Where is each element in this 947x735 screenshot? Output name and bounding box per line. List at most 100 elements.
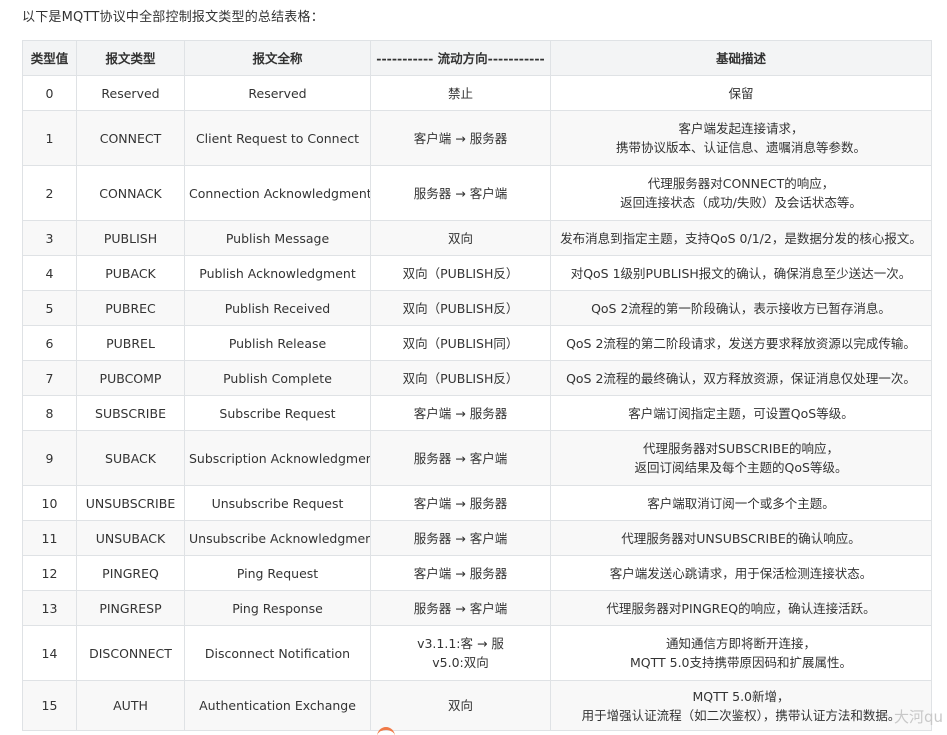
header-packet-type: 报文类型 — [76, 40, 185, 76]
cell-direction-line: v3.1.1:客 → 服 — [417, 636, 504, 651]
cell-full-name: Unsubscribe Request — [184, 485, 371, 521]
cell-full-name: Subscribe Request — [184, 395, 371, 431]
header-full-name: 报文全称 — [184, 40, 371, 76]
cell-description: 保留 — [550, 75, 932, 111]
cell-description-line: MQTT 5.0支持携带原因码和扩展属性。 — [629, 655, 853, 670]
cell-description: 代理服务器对UNSUBSCRIBE的确认响应。 — [550, 520, 932, 556]
cell-direction: 双向（PUBLISH同） — [370, 325, 551, 361]
cell-full-name: Publish Message — [184, 220, 371, 256]
cell-description: 客户端取消订阅一个或多个主题。 — [550, 485, 932, 521]
cell-direction: 双向（PUBLISH反） — [370, 360, 551, 396]
cell-direction-line: 服务器 → 客户端 — [413, 530, 508, 546]
cell-full-name: Publish Acknowledgment — [184, 255, 371, 291]
cell-packet-type: PINGRESP — [76, 590, 185, 626]
intro-text: 以下是MQTT协议中全部控制报文类型的总结表格： — [22, 10, 324, 25]
cell-full-name: Authentication Exchange — [184, 680, 371, 731]
cell-packet-type: AUTH — [76, 680, 185, 731]
cell-packet-type: SUBACK — [76, 430, 185, 486]
cell-type-value: 5 — [22, 290, 77, 326]
cell-description-line: 发布消息到指定主题，支持QoS 0/1/2，是数据分发的核心报文。 — [560, 230, 922, 246]
cell-description: 客户端发起连接请求， 携带协议版本、认证信息、遗嘱消息等参数。 — [550, 110, 932, 166]
table-row: 12 PINGREQ Ping Request 客户端 → 服务器 客户端发送心跳请求，… — [22, 555, 932, 591]
cell-description-line: 代理服务器对UNSUBSCRIBE的确认响应。 — [621, 530, 861, 546]
cell-description-line: 携带协议版本、认证信息、遗嘱消息等参数。 — [615, 140, 866, 155]
header-direction: ----------- 流动方向----------- — [370, 40, 551, 76]
table-row: 8 SUBSCRIBE Subscribe Request 客户端 → 服务器 客户端订… — [22, 395, 932, 431]
cell-description: 代理服务器对SUBSCRIBE的响应， 返回订阅结果及每个主题的QoS等级。 — [550, 430, 932, 486]
cell-direction-line: 服务器 → 客户端 — [413, 185, 508, 201]
cell-description: 代理服务器对CONNECT的响应， 返回连接状态（成功/失败）及会话状态等。 — [550, 165, 932, 221]
cell-description-line: 返回连接状态（成功/失败）及会话状态等。 — [620, 195, 862, 210]
cell-direction: 双向 — [370, 680, 551, 731]
cell-type-value: 8 — [22, 395, 77, 431]
cell-packet-type: SUBSCRIBE — [76, 395, 185, 431]
cell-direction: 客户端 → 服务器 — [370, 110, 551, 166]
cell-direction: 服务器 → 客户端 — [370, 165, 551, 221]
cell-packet-type: PUBREC — [76, 290, 185, 326]
cell-full-name: Ping Response — [184, 590, 371, 626]
cell-type-value: 14 — [22, 625, 77, 681]
cell-description-line: 代理服务器对PINGREQ的响应，确认连接活跃。 — [606, 600, 876, 616]
cell-direction: 客户端 → 服务器 — [370, 555, 551, 591]
cell-description-line: QoS 2流程的第一阶段确认，表示接收方已暂存消息。 — [591, 300, 891, 316]
cell-direction: 双向 — [370, 220, 551, 256]
cell-direction-line: 服务器 → 客户端 — [413, 600, 508, 616]
cell-direction: 客户端 → 服务器 — [370, 485, 551, 521]
cell-direction: 禁止 — [370, 75, 551, 111]
table-header-row: 类型值 报文类型 报文全称 ----------- 流动方向----------… — [22, 40, 932, 76]
table-row: 10 UNSUBSCRIBE Unsubscribe Request 客户端 → 服务… — [22, 485, 932, 521]
cell-type-value: 12 — [22, 555, 77, 591]
cell-direction-line: 客户端 → 服务器 — [413, 130, 508, 146]
cell-direction-line: 双向 — [447, 698, 473, 713]
cell-packet-type: UNSUBACK — [76, 520, 185, 556]
cell-full-name: Reserved — [184, 75, 371, 111]
cell-description-line: QoS 2流程的最终确认，双方释放资源，保证消息仅处理一次。 — [566, 370, 916, 386]
table-row: 0 Reserved Reserved 禁止 保留 — [22, 75, 932, 111]
header-type-value: 类型值 — [22, 40, 77, 76]
cell-description: QoS 2流程的第一阶段确认，表示接收方已暂存消息。 — [550, 290, 932, 326]
cell-packet-type: CONNECT — [76, 110, 185, 166]
table-row: 11 UNSUBACK Unsubscribe Acknowledgment 服务器 … — [22, 520, 932, 556]
cell-description-line: 保留 — [728, 85, 754, 101]
cell-full-name: Client Request to Connect — [184, 110, 371, 166]
table-row: 1 CONNECT Client Request to Connect 客户端 → 服… — [22, 110, 932, 166]
cell-type-value: 1 — [22, 110, 77, 166]
cell-type-value: 3 — [22, 220, 77, 256]
cell-packet-type: CONNACK — [76, 165, 185, 221]
cell-direction: 双向（PUBLISH反） — [370, 290, 551, 326]
cell-packet-type: PUBLISH — [76, 220, 185, 256]
cell-full-name: Unsubscribe Acknowledgment — [184, 520, 371, 556]
cell-full-name: Publish Complete — [184, 360, 371, 396]
cell-description: MQTT 5.0新增， 用于增强认证流程（如二次鉴权），携带认证方法和数据。 — [550, 680, 932, 731]
cell-direction-line: 双向（PUBLISH同） — [402, 335, 519, 351]
cell-description: 客户端发送心跳请求，用于保活检测连接状态。 — [550, 555, 932, 591]
cell-direction: 服务器 → 客户端 — [370, 430, 551, 486]
cell-direction: v3.1.1:客 → 服 v5.0:双向 — [370, 625, 551, 681]
cell-direction-line: 客户端 → 服务器 — [413, 405, 508, 421]
cell-packet-type: Reserved — [76, 75, 185, 111]
cell-description: QoS 2流程的第二阶段请求，发送方要求释放资源以完成传输。 — [550, 325, 932, 361]
mqtt-packet-table: 类型值 报文类型 报文全称 ----------- 流动方向----------… — [22, 40, 932, 731]
cell-description: 代理服务器对PINGREQ的响应，确认连接活跃。 — [550, 590, 932, 626]
cell-type-value: 13 — [22, 590, 77, 626]
cell-description-line: 客户端订阅指定主题，可设置QoS等级。 — [628, 405, 854, 421]
cell-direction-line: 双向（PUBLISH反） — [402, 265, 519, 281]
table-row: 4 PUBACK Publish Acknowledgment 双向（PUBLISH反… — [22, 255, 932, 291]
cell-direction: 服务器 → 客户端 — [370, 590, 551, 626]
cell-packet-type: DISCONNECT — [76, 625, 185, 681]
cell-direction-line: 双向（PUBLISH反） — [402, 370, 519, 386]
page: 以下是MQTT协议中全部控制报文类型的总结表格： 类型值 报文类型 报文全称 -… — [0, 0, 947, 735]
cell-description-line: 用于增强认证流程（如二次鉴权），携带认证方法和数据。 — [581, 707, 901, 723]
cell-direction-line: 客户端 → 服务器 — [413, 565, 508, 581]
cell-packet-type: PUBACK — [76, 255, 185, 291]
cell-description-line: 客户端发送心跳请求，用于保活检测连接状态。 — [609, 565, 873, 581]
cell-direction-line: 双向（PUBLISH反） — [402, 300, 519, 316]
cell-description-line: 对QoS 1级别PUBLISH报文的确认，确保消息至少送达一次。 — [570, 265, 912, 281]
cell-type-value: 10 — [22, 485, 77, 521]
cell-description-line: 代理服务器对CONNECT的响应， — [647, 176, 835, 191]
cell-type-value: 11 — [22, 520, 77, 556]
cell-description: 客户端订阅指定主题，可设置QoS等级。 — [550, 395, 932, 431]
cell-direction-line: v5.0:双向 — [432, 655, 489, 670]
header-description: 基础描述 — [550, 40, 932, 76]
cell-description-line: 返回订阅结果及每个主题的QoS等级。 — [634, 460, 848, 475]
